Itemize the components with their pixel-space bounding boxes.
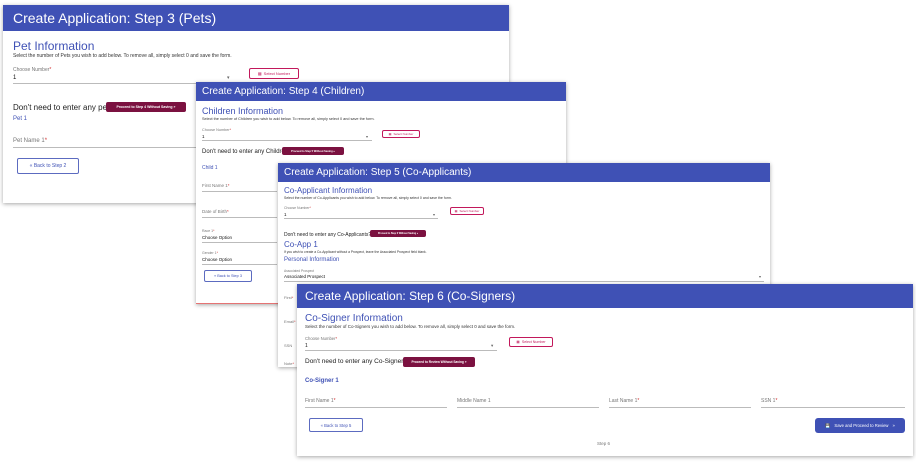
chevron-down-icon[interactable]: ▾	[366, 134, 368, 139]
stage: Create Application: Step 3 (Pets) Pet In…	[0, 0, 916, 464]
step5-personal-title: Personal Information	[284, 257, 340, 263]
step5-assoc-label: Associated Prospect	[284, 269, 315, 273]
step6-save-button[interactable]: 💾 Save and Proceed to Review»	[815, 418, 905, 433]
step3-back-button[interactable]: « Back to Step 2	[17, 158, 79, 174]
chevron-down-icon[interactable]: ▾	[227, 75, 230, 81]
step4-section-title: Children Information	[202, 106, 284, 116]
step5-hint: Select the number of Co-Applicants you w…	[284, 196, 452, 200]
step4-sub-title: Child 1	[202, 165, 218, 171]
chevron-down-icon[interactable]: ▾	[433, 212, 435, 217]
step5-section-title: Co-Applicant Information	[284, 186, 373, 195]
step4-gender-value[interactable]: Choose Option	[202, 257, 232, 262]
step3-choose-value[interactable]: 1	[13, 75, 16, 81]
step6-skip-button[interactable]: Proceed to Review Without Saving »	[403, 357, 475, 367]
step6-sub-title: Co-Signer 1	[305, 378, 339, 384]
step6-middle-name-underline	[457, 407, 599, 408]
step6-first-name-underline	[305, 407, 447, 408]
step5-email-label[interactable]: Email*	[284, 319, 296, 324]
step5-choose-value[interactable]: 1	[284, 212, 287, 217]
step4-race-label: Race 1*	[202, 229, 215, 233]
step6-choose-underline	[305, 350, 497, 351]
step4-skip-button[interactable]: Proceed to Step 5 Without Saving »	[282, 147, 344, 155]
step4-gender-underline	[202, 264, 277, 265]
grid-icon: ▦	[257, 71, 262, 76]
step4-first-name-label[interactable]: First Name 1*	[202, 183, 230, 188]
step5-skip-question: Don't need to enter any Co-Applicants?	[284, 232, 372, 238]
chevron-down-icon[interactable]: ▾	[759, 274, 761, 279]
grid-icon: ▦	[388, 132, 392, 136]
step4-select-number-button[interactable]: ▦ Select Number	[382, 130, 420, 138]
step4-gender-label: Gender 1*	[202, 251, 218, 255]
step6-select-number-button[interactable]: ▦ Select Number	[509, 337, 553, 347]
step4-dob-label[interactable]: Date of Birth*	[202, 209, 229, 214]
step6-ssn-underline	[761, 407, 905, 408]
grid-icon: ▦	[516, 340, 520, 344]
step3-select-number-button[interactable]: ▦ Select Number	[249, 68, 299, 79]
step6-skip-question: Don't need to enter any Co-Signers?	[305, 358, 411, 365]
step4-back-button[interactable]: « Back to Step 3	[204, 270, 252, 282]
step5-choose-underline	[284, 218, 438, 219]
step6-middle-name-label[interactable]: Middle Name 1	[457, 398, 491, 404]
grid-icon: ▦	[454, 209, 458, 213]
step3-pet-name-underline	[13, 147, 198, 148]
step5-skip-button[interactable]: Proceed to Step 6 Without Saving »	[370, 230, 426, 237]
step3-pet-name-label[interactable]: Pet Name 1*	[13, 138, 47, 144]
step6-first-name-label[interactable]: First Name 1*	[305, 398, 336, 404]
step4-hint: Select the number of Children you wish t…	[202, 117, 375, 121]
step4-first-name-underline	[202, 191, 277, 192]
step5-choose-label: Choose Number*	[284, 206, 311, 210]
save-icon: 💾	[825, 422, 831, 428]
step6-header: Create Application: Step 6 (Co-Signers)	[297, 284, 913, 308]
step5-header: Create Application: Step 5 (Co-Applicant…	[278, 163, 770, 182]
step6-back-button[interactable]: « Back to Step 5	[309, 418, 363, 432]
step6-card: Create Application: Step 6 (Co-Signers) …	[297, 284, 913, 456]
step3-hint: Select the number of Pets you wish to ad…	[13, 53, 232, 59]
step6-ssn-label[interactable]: SSN 1*	[761, 398, 777, 404]
step5-note-label[interactable]: Note*	[284, 361, 294, 366]
step4-skip-question: Don't need to enter any Children?	[202, 149, 292, 155]
step4-choose-value[interactable]: 1	[202, 134, 205, 139]
step4-choose-underline	[202, 140, 372, 141]
step3-skip-question: Don't need to enter any pets?	[13, 103, 118, 112]
chevron-down-icon[interactable]: ▾	[491, 343, 493, 349]
step4-dob-underline	[202, 217, 277, 218]
step4-choose-label: Choose Number*	[202, 128, 232, 132]
step6-last-name-label[interactable]: Last Name 1*	[609, 398, 639, 404]
step6-section-title: Co-Signer Information	[305, 313, 403, 324]
step5-sub-hint: If you wish to create a Co-Applicant wit…	[284, 250, 427, 254]
step5-select-number-button[interactable]: ▦ Select Number	[450, 207, 484, 215]
step5-ssn-label[interactable]: SSN	[284, 343, 292, 348]
step5-first-label[interactable]: First*	[284, 295, 293, 300]
step3-choose-label: Choose Number*	[13, 67, 52, 73]
step6-last-name-underline	[609, 407, 751, 408]
step5-assoc-underline	[284, 281, 764, 282]
step4-race-underline	[202, 242, 277, 243]
step5-assoc-value[interactable]: Associated Prospect	[284, 274, 325, 279]
step6-choose-value[interactable]: 1	[305, 343, 308, 349]
step3-sub-title: Pet 1	[13, 116, 28, 122]
step3-section-title: Pet Information	[13, 39, 95, 53]
step6-footer: Step 6	[597, 441, 611, 446]
step6-hint: Select the number of Co-Signers you wish…	[305, 324, 516, 329]
step4-race-value[interactable]: Choose Option	[202, 235, 232, 240]
step5-sub-title: Co-App 1	[284, 240, 318, 249]
step3-skip-button[interactable]: Proceed to Step 4 Without Saving »	[106, 102, 186, 112]
step4-header: Create Application: Step 4 (Children)	[196, 82, 566, 101]
step6-choose-label: Choose Number*	[305, 336, 338, 341]
step3-header: Create Application: Step 3 (Pets)	[3, 5, 509, 31]
